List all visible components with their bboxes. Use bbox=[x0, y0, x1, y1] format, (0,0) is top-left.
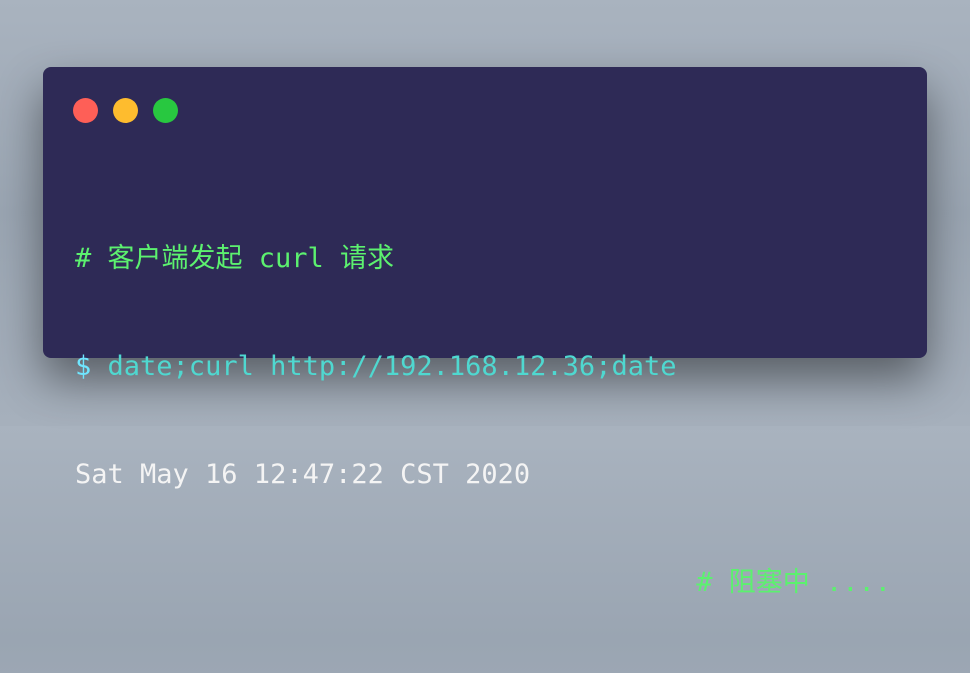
maximize-button[interactable] bbox=[153, 98, 178, 123]
minimize-button[interactable] bbox=[113, 98, 138, 123]
prompt-symbol: $ bbox=[75, 351, 92, 382]
command-text: date;curl http://192.168.12.36;date bbox=[107, 351, 677, 382]
close-button[interactable] bbox=[73, 98, 98, 123]
comment-line: # 客户端发起 curl 请求 bbox=[75, 243, 395, 274]
blocking-comment: # 阻塞中 .... bbox=[696, 567, 891, 598]
terminal-output: # 客户端发起 curl 请求 $ date;curl http://192.1… bbox=[75, 169, 905, 673]
command-line: $ date;curl http://192.168.12.36;date bbox=[75, 349, 905, 385]
window-controls bbox=[73, 98, 178, 123]
terminal-window: # 客户端发起 curl 请求 $ date;curl http://192.1… bbox=[43, 67, 927, 598]
output-line: Sat May 16 12:47:22 CST 2020 bbox=[75, 459, 531, 490]
